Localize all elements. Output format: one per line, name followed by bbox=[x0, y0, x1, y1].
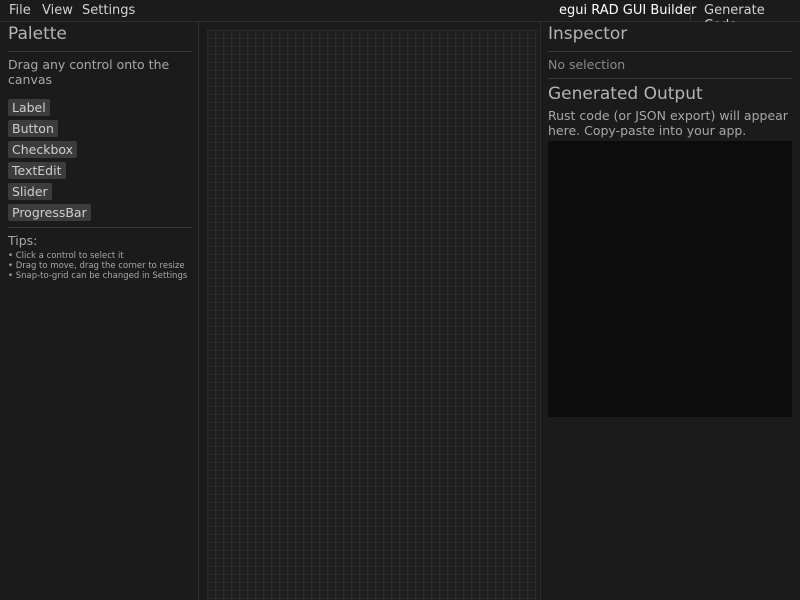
output-desc-line2: here. Copy-paste into your app. bbox=[548, 123, 747, 138]
palette-button-button[interactable]: Button bbox=[8, 120, 58, 137]
app-window: File View Settings egui RAD GUI Builder … bbox=[0, 0, 800, 600]
palette-button-progressbar[interactable]: ProgressBar bbox=[8, 204, 91, 221]
menu-bar: File View Settings egui RAD GUI Builder … bbox=[0, 0, 800, 33]
menu-separator bbox=[690, 2, 691, 20]
output-title: Generated Output bbox=[548, 84, 703, 104]
inspector-empty-text: No selection bbox=[548, 57, 626, 72]
canvas-area bbox=[199, 22, 541, 600]
palette-panel: Palette Drag any control onto the canvas… bbox=[0, 22, 199, 600]
menu-view[interactable]: View bbox=[42, 3, 73, 18]
tips-divider bbox=[8, 227, 192, 228]
palette-divider bbox=[8, 51, 192, 52]
output-divider bbox=[548, 78, 792, 79]
output-desc-line1: Rust code (or JSON export) will appear bbox=[548, 108, 788, 123]
tip-line: • Snap-to-grid can be changed in Setting… bbox=[8, 271, 188, 281]
inspector-title: Inspector bbox=[548, 24, 628, 44]
generated-code-area[interactable] bbox=[548, 141, 792, 417]
inspector-panel: Inspector No selection Generated Output … bbox=[541, 22, 800, 600]
menu-file[interactable]: File bbox=[9, 3, 31, 18]
palette-hint-line1: Drag any control onto the bbox=[8, 57, 170, 72]
palette-button-checkbox[interactable]: Checkbox bbox=[8, 141, 78, 158]
design-canvas[interactable] bbox=[207, 30, 538, 600]
tip-line: • Click a control to select it bbox=[8, 251, 124, 261]
tips-title: Tips: bbox=[8, 233, 38, 248]
palette-button-textedit[interactable]: TextEdit bbox=[8, 162, 66, 179]
palette-button-slider[interactable]: Slider bbox=[8, 183, 52, 200]
inspector-divider bbox=[548, 51, 792, 52]
palette-hint-line2: canvas bbox=[8, 72, 53, 87]
tip-line: • Drag to move, drag the corner to resiz… bbox=[8, 261, 185, 271]
menu-settings[interactable]: Settings bbox=[82, 3, 135, 18]
palette-button-label[interactable]: Label bbox=[8, 99, 50, 116]
app-title: egui RAD GUI Builder bbox=[559, 3, 697, 18]
palette-title: Palette bbox=[8, 24, 67, 44]
